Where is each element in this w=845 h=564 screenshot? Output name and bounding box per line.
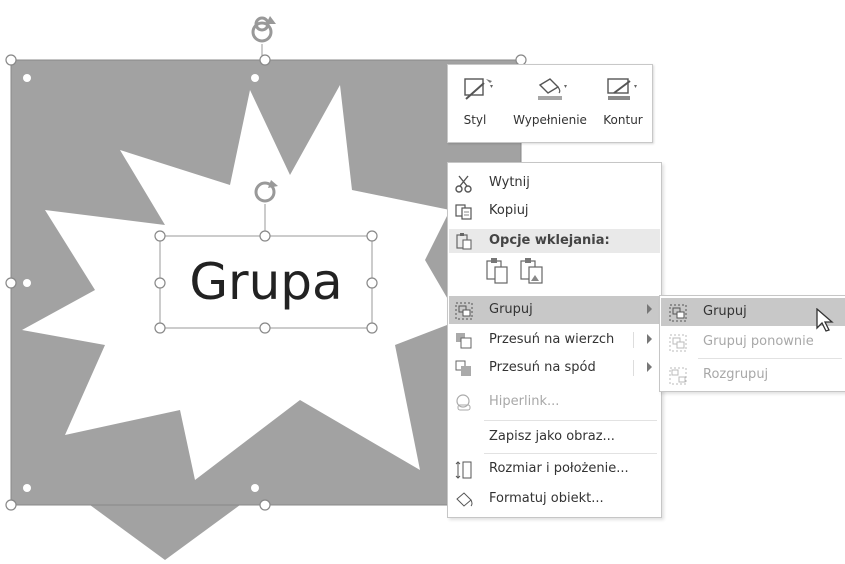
fill-label: Wypełnienie — [513, 113, 587, 127]
group-rotate-handle[interactable] — [251, 16, 276, 43]
menu-separator — [484, 453, 657, 454]
submenu-separator — [698, 358, 842, 359]
menu-label-save-as-picture: Zapisz jako obraz... — [489, 429, 615, 444]
paste-keep-formatting-icon[interactable] — [486, 257, 510, 285]
shape-text[interactable]: Grupa — [160, 236, 372, 328]
menu-label-send-to-back: Przesuń na spód — [489, 360, 596, 375]
paste-options-label: Opcje wklejania: — [489, 233, 610, 248]
menu-separator — [484, 420, 657, 421]
submenu-arrow-icon — [647, 304, 652, 314]
style-button[interactable]: Styl — [452, 71, 498, 135]
menu-item-copy[interactable]: Kopiuj — [449, 197, 660, 225]
menu-label-size-position: Rozmiar i położenie... — [489, 461, 629, 476]
size-position-icon — [455, 461, 473, 479]
regroup-icon — [669, 334, 687, 352]
bring-to-front-icon — [455, 332, 473, 350]
menu-item-size-position[interactable]: Rozmiar i położenie... — [449, 455, 660, 483]
style-label: Styl — [463, 113, 487, 127]
menu-item-hyperlink[interactable]: Hiperlink... — [449, 388, 660, 416]
mini-toolbar: Styl Wypełnienie Kontur — [447, 64, 653, 143]
send-to-back-icon — [455, 360, 473, 378]
menu-label-copy: Kopiuj — [489, 203, 529, 218]
menu-label-bring-to-front: Przesuń na wierzch — [489, 332, 615, 347]
menu-item-save-as-picture[interactable]: Zapisz jako obraz... — [449, 423, 660, 451]
submenu-label-group: Grupuj — [703, 304, 747, 319]
menu-label-format-object: Formatuj obiekt... — [489, 491, 604, 506]
outline-button[interactable]: Kontur — [598, 71, 648, 135]
hyperlink-icon — [455, 394, 473, 412]
clipboard-icon — [455, 232, 473, 254]
submenu-arrow-icon[interactable] — [647, 362, 652, 372]
submenu-label-ungroup: Rozgrupuj — [703, 367, 769, 382]
style-icon — [452, 75, 498, 107]
context-menu: Wytnij Kopiuj Opcje wklejania: Grupuj Pr… — [447, 162, 662, 518]
format-object-icon — [455, 491, 473, 509]
menu-label-cut: Wytnij — [489, 175, 530, 190]
paste-as-picture-icon[interactable] — [520, 257, 544, 285]
menu-item-bring-to-front[interactable]: Przesuń na wierzch — [449, 326, 660, 354]
outline-pen-icon — [598, 75, 648, 107]
submenu-item-ungroup[interactable]: Rozgrupuj — [661, 361, 845, 389]
fill-button[interactable]: Wypełnienie — [504, 71, 596, 135]
menu-item-group[interactable]: Grupuj — [449, 296, 660, 324]
submenu-label-regroup: Grupuj ponownie — [703, 334, 814, 349]
menu-label-hyperlink: Hiperlink... — [489, 394, 560, 409]
menu-item-send-to-back[interactable]: Przesuń na spód — [449, 354, 660, 382]
fill-bucket-icon — [504, 75, 596, 107]
group-icon — [455, 302, 473, 320]
triangle-shape[interactable] — [90, 505, 240, 560]
paste-options-header: Opcje wklejania: — [449, 229, 660, 253]
scissors-icon — [455, 175, 473, 193]
menu-item-cut[interactable]: Wytnij — [449, 169, 660, 197]
ungroup-icon — [669, 367, 687, 385]
group-icon — [669, 304, 687, 322]
menu-item-format-object[interactable]: Formatuj obiekt... — [449, 485, 660, 513]
submenu-arrow-icon[interactable] — [647, 334, 652, 344]
copy-icon — [455, 203, 473, 221]
slide-canvas[interactable] — [0, 0, 845, 564]
outline-label: Kontur — [603, 113, 643, 127]
menu-label-group: Grupuj — [489, 302, 533, 317]
split-divider — [633, 360, 634, 376]
mouse-cursor-icon — [816, 308, 834, 332]
split-divider — [633, 332, 634, 348]
